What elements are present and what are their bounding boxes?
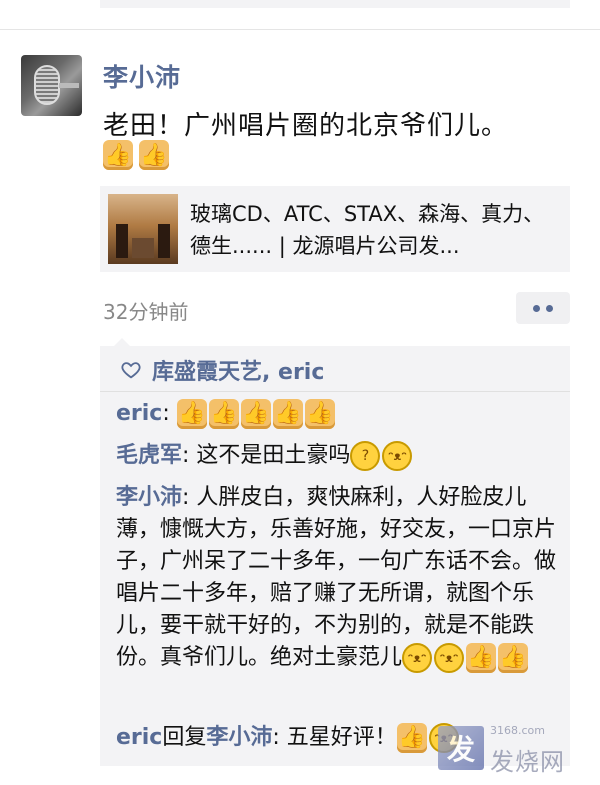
likes-names[interactable]: 库盛霞天艺, eric (152, 354, 324, 386)
comment-author[interactable]: eric (116, 401, 162, 426)
watermark-text: 发烧网 (490, 748, 565, 776)
thumbs-up-icon (240, 399, 271, 429)
dot-icon (533, 304, 540, 312)
site-logo: 发 (438, 726, 484, 770)
more-actions-button[interactable] (516, 292, 570, 324)
comments-section: 库盛霞天艺, eric eric: 毛虎军: 这不是田土豪吗 ? ᵔᴥᵔ 李小沛… (100, 338, 570, 766)
comment-author[interactable]: 毛虎军 (116, 443, 182, 468)
reply-target[interactable]: 李小沛 (206, 725, 272, 750)
avatar[interactable] (21, 55, 82, 116)
thinking-face-icon: ? (350, 441, 381, 471)
comment-item[interactable]: 毛虎军: 这不是田土豪吗 ? ᵔᴥᵔ (116, 440, 562, 472)
thumbs-up-icon (304, 399, 335, 429)
dot-icon (546, 304, 553, 312)
thumbs-up-icon (396, 723, 427, 753)
watermark-url: 3168.com (490, 724, 545, 737)
link-thumbnail-image (108, 194, 178, 264)
comment-author[interactable]: 李小沛 (116, 485, 182, 510)
thumbs-up-icon (466, 643, 497, 673)
post-author-name[interactable]: 李小沛 (103, 58, 181, 94)
comment-item[interactable]: 李小沛: 人胖皮白，爽快麻利，人好脸皮儿薄，慷慨大方，乐善好施，好交友，一口京片… (116, 482, 562, 674)
thumbs-up-icon (208, 399, 239, 429)
thumbs-up-icon (103, 140, 133, 170)
microphone-icon (34, 65, 60, 105)
post-timestamp: 32分钟前 (103, 300, 189, 324)
likes-row: 库盛霞天艺, eric (120, 354, 324, 386)
grin-face-icon: ᵔᴥᵔ (382, 441, 413, 471)
grin-face-icon: ᵔᴥᵔ (402, 643, 433, 673)
post-divider (0, 29, 600, 30)
comment-item[interactable]: eric: (116, 398, 562, 430)
thumbs-up-icon (176, 399, 207, 429)
likes-divider (100, 391, 570, 392)
shared-link-card[interactable]: 玻璃CD、ATC、STAX、森海、真力、德生...... | 龙源唱片公司发..… (100, 186, 570, 272)
previous-post-card-edge (100, 0, 570, 8)
post-emoji-row (103, 140, 169, 170)
post-text: 老田！广州唱片圈的北京爷们儿。 (103, 111, 509, 141)
thumbs-up-icon (498, 643, 529, 673)
grin-face-icon: ᵔᴥᵔ (434, 643, 465, 673)
thumbs-up-icon (272, 399, 303, 429)
watermark: 发 3168.com 发烧网 (438, 722, 588, 776)
thumbs-up-icon (139, 140, 169, 170)
heart-icon (121, 362, 141, 379)
link-title: 玻璃CD、ATC、STAX、森海、真力、德生...... | 龙源唱片公司发..… (190, 202, 545, 258)
comment-author[interactable]: eric (116, 725, 162, 750)
